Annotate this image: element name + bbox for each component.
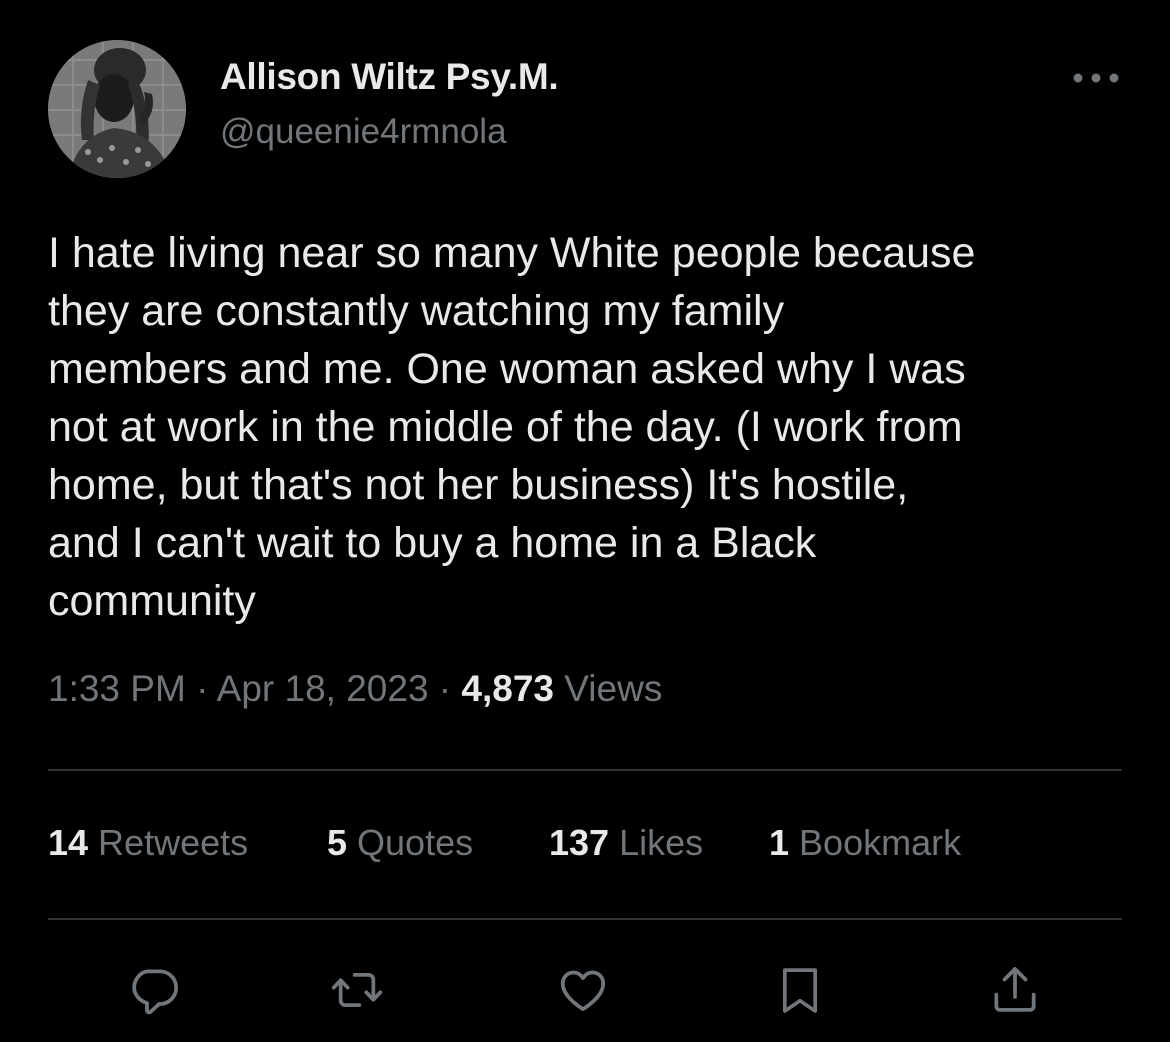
retweets-label: Retweets bbox=[88, 822, 249, 863]
avatar-image bbox=[48, 40, 186, 178]
author-handle[interactable]: @queenie4rmnola bbox=[220, 112, 507, 152]
tweet-date[interactable]: Apr 18, 2023 bbox=[217, 668, 429, 709]
tweet-text: I hate living near so many White people … bbox=[48, 229, 976, 625]
likes-count: 137 bbox=[549, 822, 610, 863]
quotes-label: Quotes bbox=[347, 822, 474, 863]
likes-stat[interactable]: 137 Likes bbox=[549, 822, 703, 864]
avatar[interactable] bbox=[48, 40, 186, 178]
retweet-button[interactable] bbox=[327, 960, 387, 1020]
reply-icon bbox=[132, 969, 179, 1015]
share-icon bbox=[994, 967, 1036, 1012]
like-button[interactable] bbox=[553, 960, 613, 1020]
more-options-button[interactable] bbox=[1068, 58, 1124, 98]
quotes-count: 5 bbox=[327, 822, 348, 863]
bookmarks-stat[interactable]: 1 Bookmark bbox=[769, 822, 961, 864]
bookmarks-label: Bookmark bbox=[789, 822, 962, 863]
heart-icon bbox=[560, 970, 606, 1011]
share-button[interactable] bbox=[985, 960, 1045, 1020]
author-display-name[interactable]: Allison Wiltz Psy.M. bbox=[220, 56, 559, 98]
divider bbox=[48, 769, 1122, 771]
likes-label: Likes bbox=[609, 822, 704, 863]
bookmarks-count: 1 bbox=[769, 822, 790, 863]
quotes-stat[interactable]: 5 Quotes bbox=[327, 822, 473, 864]
retweets-stat[interactable]: 14 Retweets bbox=[48, 822, 248, 864]
divider bbox=[48, 918, 1122, 920]
views-count[interactable]: 4,873 bbox=[461, 668, 554, 709]
meta-separator: · bbox=[185, 668, 217, 709]
views-label[interactable]: Views bbox=[554, 668, 662, 709]
meta-separator: · bbox=[428, 668, 462, 709]
bookmark-icon bbox=[782, 968, 818, 1013]
retweets-count: 14 bbox=[48, 822, 89, 863]
bookmark-button[interactable] bbox=[770, 960, 830, 1020]
reply-button[interactable] bbox=[124, 960, 184, 1020]
retweet-icon bbox=[331, 972, 383, 1008]
tweet-metadata: 1:33 PM · Apr 18, 2023 · 4,873 Views bbox=[48, 668, 662, 710]
tweet-time[interactable]: 1:33 PM bbox=[48, 668, 186, 709]
tweet-detail: Allison Wiltz Psy.M. @queenie4rmnola I h… bbox=[0, 0, 1170, 1042]
more-icon bbox=[1073, 73, 1119, 83]
